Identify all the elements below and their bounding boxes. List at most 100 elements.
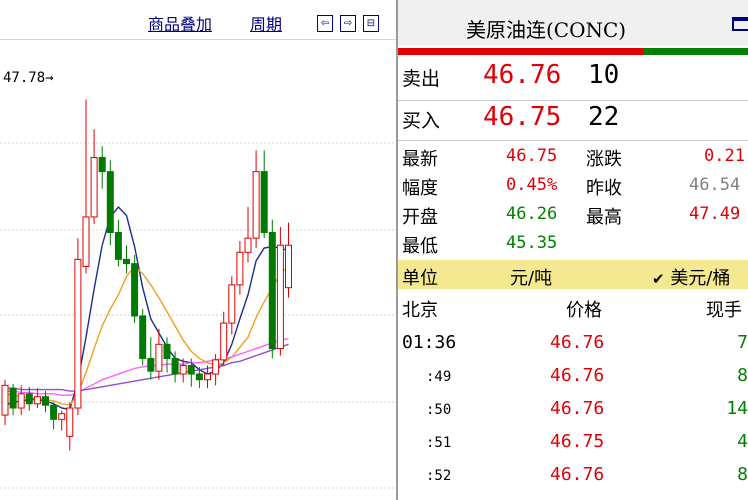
buy-volume: 22: [588, 102, 620, 132]
candle-body: [42, 396, 49, 406]
candle[interactable]: [236, 240, 244, 295]
separator: [398, 140, 748, 141]
candle[interactable]: [9, 383, 17, 416]
candle-body: [123, 258, 130, 265]
period-link[interactable]: 周期: [250, 15, 282, 35]
tick-time: 01:36: [402, 332, 457, 353]
amplitude-value: 0.45%: [506, 175, 558, 195]
low-label: 最低: [402, 236, 438, 257]
candle[interactable]: [244, 207, 252, 263]
candle-body: [171, 357, 179, 375]
prev-close-value: 46.54: [689, 175, 741, 195]
candle-body: [204, 373, 211, 381]
candle[interactable]: [268, 219, 276, 359]
bid-ask-bar-green: [643, 48, 748, 55]
candle-body: [163, 343, 171, 359]
candle-body: [33, 396, 41, 405]
ticks-col-price: 价格: [566, 300, 602, 321]
high-label: 最高: [586, 207, 622, 228]
candle-body: [139, 315, 147, 359]
candle-body: [187, 365, 195, 375]
high-value: 47.49: [689, 204, 741, 224]
candle-body: [1, 384, 9, 416]
prev-close-label: 昨收: [586, 178, 622, 199]
tick-row: 01:36 46.76 7: [398, 330, 748, 360]
amplitude-label: 幅度: [402, 178, 438, 199]
tick-row: :49 46.76 8: [398, 363, 748, 393]
currency-label: 美元/桶: [670, 268, 731, 289]
candle-body: [66, 407, 74, 437]
candle[interactable]: [220, 311, 228, 366]
latest-label: 最新: [402, 149, 438, 170]
open-value: 46.26: [506, 204, 558, 224]
candle[interactable]: [82, 99, 90, 274]
open-label: 开盘: [402, 207, 438, 228]
candle-body: [106, 171, 114, 233]
tick-time: :52: [426, 468, 452, 484]
candle[interactable]: [1, 379, 9, 425]
scroll-left-button[interactable]: ⇦: [317, 15, 333, 32]
candle-body: [268, 231, 276, 350]
candle[interactable]: [50, 402, 58, 430]
buy-price: 46.75: [483, 102, 562, 132]
candle-body: [9, 387, 17, 409]
change-label: 涨跌: [586, 149, 622, 170]
unit-label: 单位: [402, 268, 438, 289]
candle[interactable]: [139, 308, 147, 366]
candle[interactable]: [33, 388, 41, 408]
ma20-line: [5, 337, 289, 396]
sell-price: 46.76: [483, 60, 562, 90]
candle-body: [236, 251, 244, 286]
tick-row: :52 46.76 8: [398, 462, 748, 492]
tick-price: 46.76: [550, 332, 605, 353]
unit-option-yuan-per-ton[interactable]: 元/吨: [510, 264, 552, 290]
candle[interactable]: [276, 226, 284, 356]
candle[interactable]: [228, 276, 236, 335]
instrument-title: 美原油连(CONC): [466, 18, 627, 42]
candle-body: [276, 244, 284, 350]
overlay-commodity-link[interactable]: 商品叠加: [148, 15, 212, 35]
candle[interactable]: [252, 150, 260, 249]
unit-option-usd-per-barrel[interactable]: ✔ 美元/桶: [652, 264, 730, 290]
kline-chart-panel[interactable]: 商品叠加 周期 ⇦ ⇨ ⊟ 47.78→: [0, 0, 396, 500]
candle[interactable]: [260, 150, 268, 239]
candle-body: [155, 343, 163, 372]
candle-body: [17, 393, 25, 409]
candle[interactable]: [114, 219, 122, 267]
ticks-col-place: 北京: [402, 300, 438, 321]
candle[interactable]: [74, 238, 82, 416]
candle[interactable]: [58, 410, 66, 431]
chart-grid: [0, 142, 396, 489]
candle[interactable]: [147, 337, 155, 380]
tick-price: 46.76: [550, 398, 605, 419]
sell-label: 卖出: [402, 68, 441, 90]
tick-time: :49: [426, 369, 452, 385]
low-value: 45.35: [506, 233, 558, 253]
scroll-right-button[interactable]: ⇨: [340, 15, 356, 32]
sell-volume: 10: [588, 60, 620, 90]
layout-toggle-button[interactable]: ⊟: [363, 15, 379, 32]
candle[interactable]: [66, 402, 74, 451]
tick-volume: 8: [737, 365, 748, 386]
candlestick-chart[interactable]: 47.78→: [0, 40, 396, 500]
tick-price: 46.76: [550, 365, 605, 386]
candle[interactable]: [285, 222, 292, 298]
change-value: 0.21: [704, 146, 745, 166]
tick-time: :51: [426, 435, 452, 451]
candle[interactable]: [25, 386, 33, 411]
candle-body: [220, 322, 228, 361]
candle-body: [74, 258, 82, 409]
tick-row: :51 46.75 4: [398, 429, 748, 459]
candle[interactable]: [131, 255, 139, 324]
window-icon[interactable]: [732, 17, 748, 31]
candle[interactable]: [106, 160, 114, 246]
candle[interactable]: [123, 245, 130, 274]
candle-body: [179, 365, 187, 375]
quote-header: 美原油连(CONC): [398, 0, 748, 46]
check-icon: ✔: [652, 270, 665, 288]
tick-row: :50 46.76 14: [398, 396, 748, 426]
tick-volume: 14: [726, 398, 748, 419]
candle[interactable]: [98, 146, 106, 189]
candle-body: [131, 263, 139, 317]
candle-body: [147, 357, 155, 372]
